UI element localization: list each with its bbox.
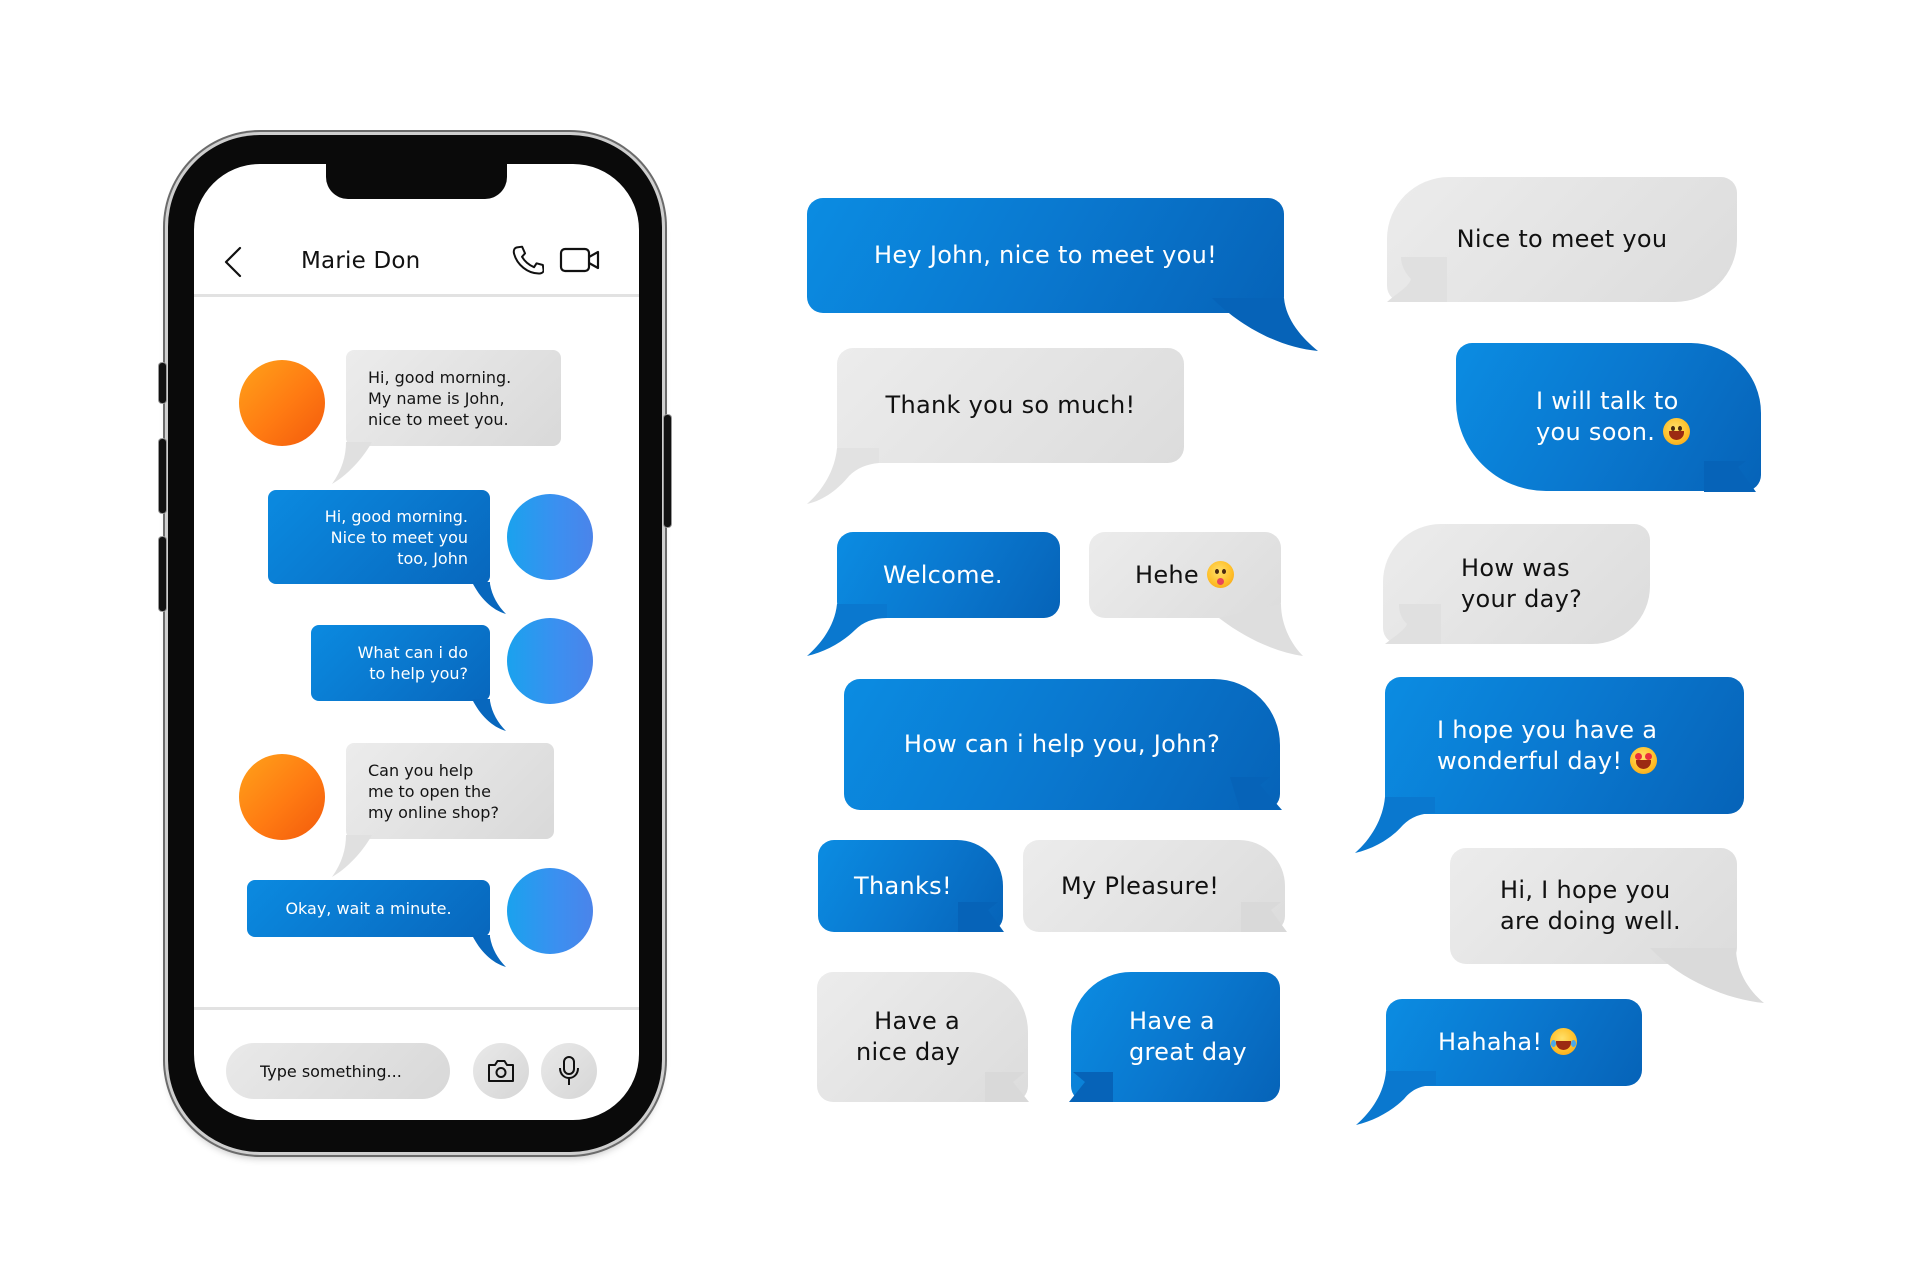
video-camera-icon[interactable] bbox=[559, 246, 601, 274]
message-line: me to open the bbox=[368, 781, 491, 801]
bubble-text: How can i help you, John? bbox=[903, 730, 1221, 758]
bubble-text: I will talk to you soon. bbox=[1456, 386, 1761, 448]
user-avatar bbox=[507, 494, 593, 580]
microphone-button[interactable] bbox=[541, 1043, 597, 1099]
chat-bubble-have-a-great-day: Have a great day bbox=[1069, 972, 1280, 1102]
chat-header: Marie Don bbox=[194, 224, 639, 297]
bubble-text: Hahaha! bbox=[1386, 1027, 1642, 1058]
chat-bubble-how-was-your-day: How was your day? bbox=[1383, 524, 1650, 644]
user-avatar bbox=[507, 618, 593, 704]
microphone-icon bbox=[559, 1056, 579, 1085]
chat-bubble-thank-you-so-much: Thank you so much! bbox=[807, 348, 1184, 504]
chat-message-outgoing: What can i do to help you? bbox=[311, 625, 506, 731]
bubble-text: Hehe bbox=[1089, 560, 1281, 591]
bubble-tail bbox=[807, 604, 887, 656]
bubble-tail bbox=[1241, 902, 1287, 932]
phone-screen: Marie Don Hi, good morning. My name is J… bbox=[194, 164, 639, 1120]
camera-icon bbox=[488, 1060, 514, 1082]
chat-bubble-nice-to-meet-you: Nice to meet you bbox=[1387, 177, 1737, 302]
bubble-tail bbox=[1355, 797, 1435, 853]
volume-up-button bbox=[159, 439, 166, 513]
tongue-out-emoji bbox=[1207, 560, 1234, 588]
chat-bubble-my-pleasure: My Pleasure! bbox=[1023, 840, 1287, 932]
bubble-text: I hope you have a wonderful day! bbox=[1437, 715, 1658, 775]
contact-avatar bbox=[239, 360, 325, 446]
chat-message-outgoing: Hi, good morning. Nice to meet you too, … bbox=[268, 490, 506, 614]
bubble-text: My Pleasure! bbox=[1061, 871, 1220, 900]
bubble-text: Thanks! bbox=[854, 871, 952, 900]
message-line: Hi, good morning. bbox=[368, 367, 512, 387]
bubble-text: Welcome. bbox=[883, 560, 1003, 589]
bubble-tail bbox=[1356, 1071, 1436, 1125]
bubble-text: Hey John, nice to meet you! bbox=[873, 241, 1218, 269]
bubble-text: Have a great day bbox=[1129, 1007, 1247, 1066]
chat-message-incoming: Hi, good morning. My name is John, nice … bbox=[332, 350, 561, 484]
bubble-tail bbox=[1219, 604, 1303, 656]
bubble-text: Hi, I hope you are doing well. bbox=[1500, 876, 1681, 935]
bubble-tail bbox=[1230, 777, 1282, 810]
volume-down-button bbox=[159, 537, 166, 611]
bubble-tail bbox=[1387, 257, 1447, 302]
bubble-text: Thank you so much! bbox=[885, 391, 1136, 419]
phone-mockup: Marie Don Hi, good morning. My name is J… bbox=[159, 135, 671, 1152]
bubble-tail bbox=[332, 442, 372, 484]
chat-bubble-wonderful-day: I hope you have a wonderful day! bbox=[1355, 677, 1744, 853]
heart-eyes-emoji bbox=[1630, 746, 1658, 774]
phone-notch bbox=[326, 164, 507, 199]
chat-bubble-doing-well: Hi, I hope you are doing well. bbox=[1450, 848, 1764, 1003]
bubble-tail bbox=[472, 935, 506, 967]
chat-bubble-hahaha: Hahaha! bbox=[1356, 999, 1642, 1125]
power-button bbox=[664, 415, 671, 527]
message-line: to help you? bbox=[369, 664, 468, 683]
bubble-text: Have a nice day bbox=[855, 1007, 960, 1066]
message-input[interactable] bbox=[226, 1043, 450, 1099]
chat-bubble-hehe: Hehe bbox=[1089, 532, 1303, 656]
chat-bubble-talk-to-you-soon: I will talk to you soon. bbox=[1456, 343, 1761, 492]
tears-of-joy-emoji bbox=[1550, 1028, 1578, 1055]
bubble-tail bbox=[1069, 1072, 1113, 1102]
message-line: Nice to meet you bbox=[330, 527, 468, 547]
message-line: nice to meet you. bbox=[368, 409, 509, 429]
chat-bubble-hey-john: Hey John, nice to meet you! bbox=[807, 198, 1318, 351]
bubble-tail bbox=[807, 448, 879, 504]
message-composer bbox=[194, 1007, 639, 1120]
chat-message-incoming: Can you help me to open the my online sh… bbox=[332, 743, 554, 877]
message-line: Hi, good morning. bbox=[324, 506, 468, 526]
message-line: Can you help bbox=[368, 760, 474, 780]
chat-message-outgoing: Okay, wait a minute. bbox=[247, 880, 506, 967]
message-line: my online shop? bbox=[368, 802, 499, 822]
bubble-tail bbox=[472, 699, 506, 731]
contact-name: Marie Don bbox=[301, 248, 421, 274]
chevron-left-icon[interactable] bbox=[222, 246, 244, 278]
camera-button[interactable] bbox=[473, 1043, 529, 1099]
chat-message-list: Hi, good morning. My name is John, nice … bbox=[194, 300, 639, 1007]
message-line: too, John bbox=[397, 548, 468, 568]
bubble-tail bbox=[472, 582, 506, 614]
bubble-tail bbox=[1212, 298, 1318, 351]
phone-icon[interactable] bbox=[512, 243, 544, 277]
chat-bubble-welcome: Welcome. bbox=[807, 532, 1060, 656]
bubble-text: How was your day? bbox=[1461, 554, 1583, 613]
bubble-text: Nice to meet you bbox=[1456, 225, 1668, 253]
chat-bubble-have-a-nice-day: Have a nice day bbox=[817, 972, 1029, 1102]
bubble-tail bbox=[958, 902, 1004, 932]
chat-bubble-how-can-i-help: How can i help you, John? bbox=[844, 679, 1282, 810]
contact-avatar bbox=[239, 754, 325, 840]
grinning-emoji bbox=[1663, 418, 1691, 445]
bubble-tail bbox=[332, 835, 372, 877]
bubble-tail bbox=[985, 1072, 1029, 1102]
mute-switch bbox=[159, 363, 166, 403]
bubble-tail bbox=[1704, 461, 1756, 492]
user-avatar bbox=[507, 868, 593, 954]
message-line: Okay, wait a minute. bbox=[285, 899, 452, 918]
bubble-tail bbox=[1650, 948, 1764, 1003]
message-line: What can i do bbox=[357, 643, 468, 662]
chat-bubble-thanks: Thanks! bbox=[818, 840, 1004, 932]
message-line: My name is John, bbox=[368, 388, 505, 408]
